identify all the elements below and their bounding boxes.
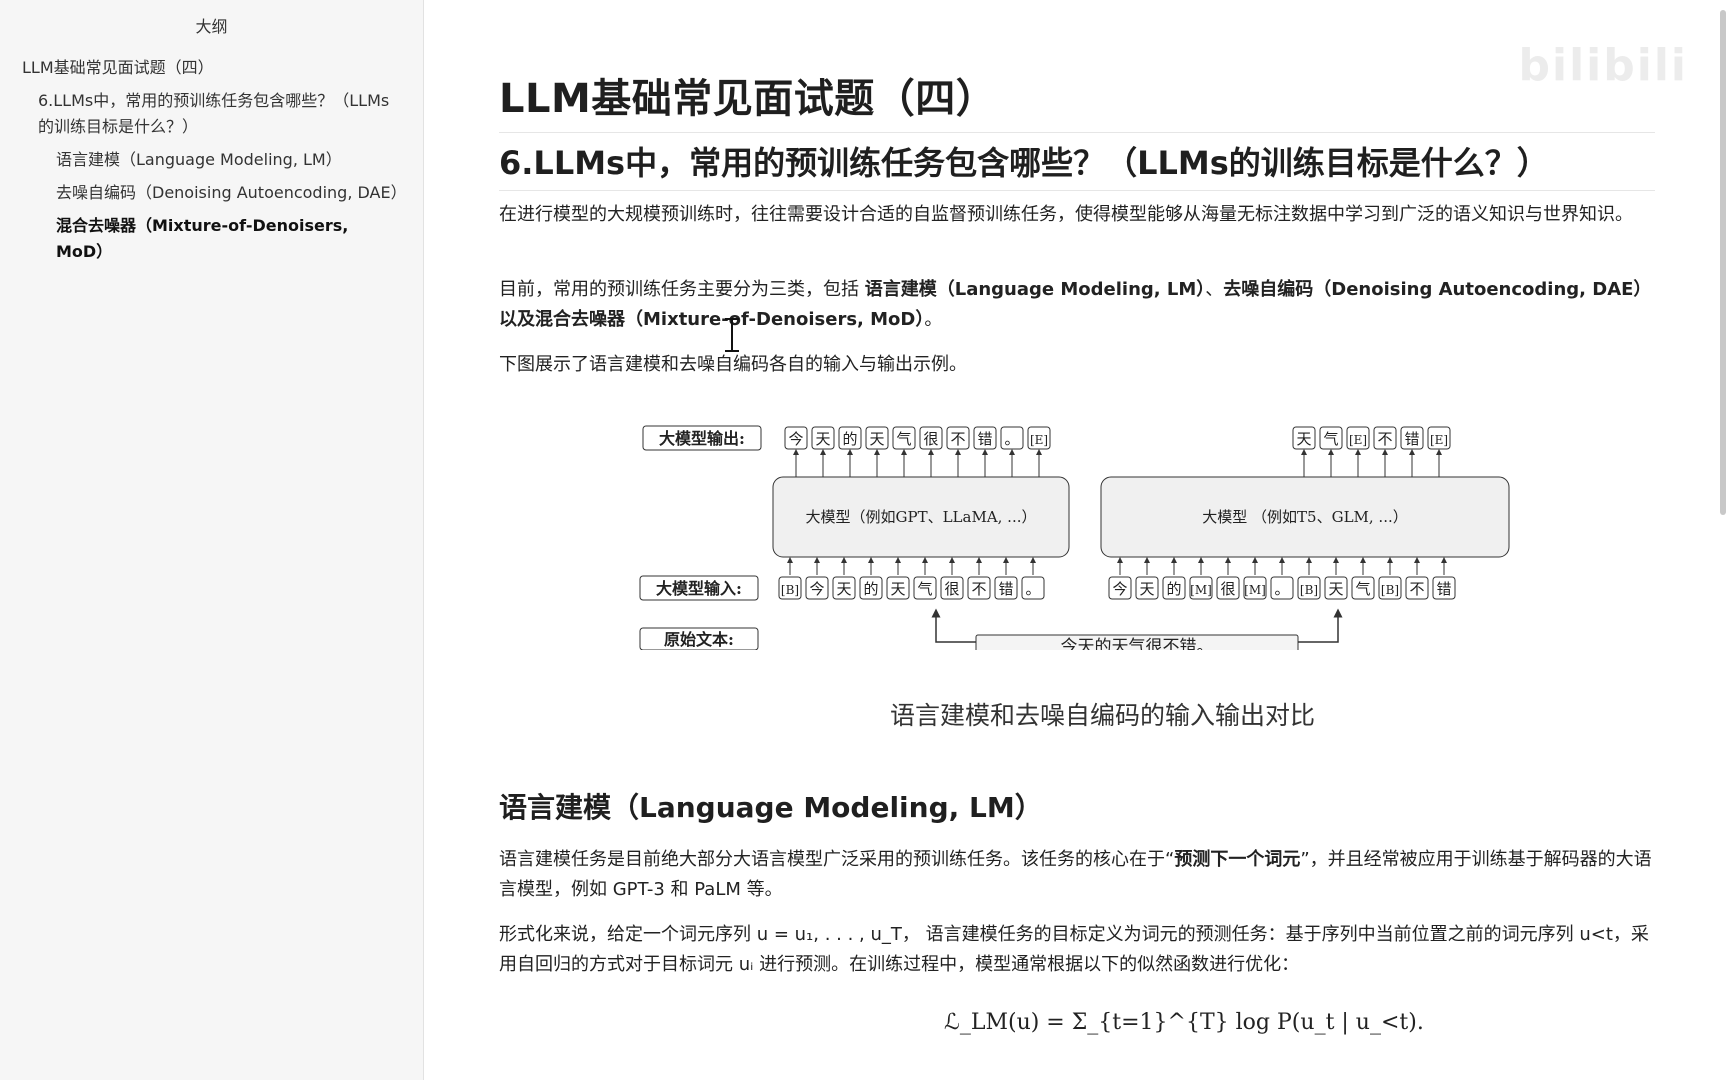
toc-item-title[interactable]: LLM基础常见面试题（四） bbox=[0, 55, 423, 81]
toc-list: LLM基础常见面试题（四） 6.LLMs中，常用的预训练任务包含哪些？（LLMs… bbox=[0, 55, 423, 272]
left-output-token: 错 bbox=[977, 430, 992, 448]
lm-dae-figure: 大模型输出: 大模型输入: 原始文本: 大模型（例如GPT、LLaMA, ...… bbox=[639, 425, 1510, 650]
paragraph-lm-desc: 语言建模任务是目前绝大部分大语言模型广泛采用的预训练任务。该任务的核心在于“预测… bbox=[499, 845, 1655, 905]
bold-next-token: 预测下一个词元 bbox=[1174, 849, 1301, 870]
figure-caption: 语言建模和去噪自编码的输入输出对比 bbox=[890, 701, 1316, 730]
left-input-token: 今 bbox=[809, 580, 824, 598]
right-input-token: 不 bbox=[1409, 580, 1424, 598]
bold-and: 以及 bbox=[499, 309, 535, 330]
toc-item-pretrain-tasks[interactable]: 6.LLMs中，常用的预训练任务包含哪些？（LLMs的训练目标是什么？） bbox=[0, 88, 423, 140]
right-input-token: 的 bbox=[1166, 580, 1181, 598]
right-model-label: 大模型 （例如T5、GLM, ...） bbox=[1202, 508, 1407, 526]
left-input-token: 。 bbox=[1025, 580, 1040, 598]
likelihood-formula: ℒ_LM(u) = Σ_{t=1}^{T} log P(u_t | u_<t). bbox=[944, 1010, 1424, 1035]
right-input-token: 气 bbox=[1355, 580, 1370, 598]
left-output-token: 。 bbox=[1004, 430, 1019, 448]
watermark-logo: bilibili bbox=[1518, 40, 1688, 91]
left-output-token: 今 bbox=[788, 430, 803, 448]
right-output-token: 天 bbox=[1296, 430, 1311, 448]
raw-text: 今天的天气很不错。 bbox=[1061, 637, 1214, 650]
paragraph-formalization: 形式化来说，给定一个词元序列 u = u₁, . . . , u_T， 语言建模… bbox=[499, 924, 1649, 975]
left-output-token: [E] bbox=[1030, 433, 1048, 447]
right-output-token: 错 bbox=[1404, 430, 1419, 448]
bold-dae: 去噪自编码（Denoising Autoencoding, DAE） bbox=[1223, 279, 1652, 300]
bold-lm: 语言建模（Language Modeling, LM） bbox=[864, 279, 1206, 300]
left-input-token: 气 bbox=[917, 580, 932, 598]
text-cursor-icon bbox=[725, 318, 739, 352]
right-input-token: 很 bbox=[1220, 580, 1235, 598]
left-model-label: 大模型（例如GPT、LLaMA, ...） bbox=[806, 508, 1037, 526]
left-output-token: 气 bbox=[896, 430, 911, 448]
right-input-token: 。 bbox=[1274, 580, 1289, 598]
paragraph-text: 。 bbox=[924, 309, 943, 330]
right-output-token: 不 bbox=[1377, 430, 1392, 448]
left-output-token: 天 bbox=[815, 430, 830, 448]
right-output-token: [E] bbox=[1349, 433, 1367, 447]
toc-item-denoising-autoencoding[interactable]: 去噪自编码（Denoising Autoencoding, DAE） bbox=[0, 180, 423, 206]
right-input-token: [B] bbox=[1381, 583, 1399, 597]
right-input-token: 天 bbox=[1139, 580, 1154, 598]
toc-item-mixture-of-denoisers[interactable]: 混合去噪器（Mixture-of-Denoisers, MoD） bbox=[0, 213, 423, 265]
left-input-token: [B] bbox=[781, 583, 799, 597]
left-output-token: 的 bbox=[842, 430, 857, 448]
paragraph-text: 、 bbox=[1205, 279, 1224, 300]
left-output-token: 不 bbox=[950, 430, 965, 448]
left-input-token: 很 bbox=[944, 580, 959, 598]
outline-title: 大纲 bbox=[195, 17, 228, 36]
right-input-token: [M] bbox=[1244, 583, 1266, 597]
right-input-token: 天 bbox=[1328, 580, 1343, 598]
left-input-token: 天 bbox=[890, 580, 905, 598]
scrollbar[interactable] bbox=[1720, 10, 1726, 515]
right-input-token: [M] bbox=[1190, 583, 1212, 597]
right-output-token: [E] bbox=[1430, 433, 1448, 447]
paragraph-categories: 目前，常用的预训练任务主要分为三类，包括 语言建模（Language Model… bbox=[499, 275, 1655, 335]
right-input-token: 错 bbox=[1436, 580, 1451, 598]
toc-item-language-modeling[interactable]: 语言建模（Language Modeling, LM） bbox=[0, 147, 423, 173]
label-raw: 原始文本: bbox=[664, 630, 734, 649]
page-title: LLM基础常见面试题（四） bbox=[499, 66, 1655, 133]
right-input-token: [B] bbox=[1300, 583, 1318, 597]
paragraph-intro: 在进行模型的大规模预训练时，往往需要设计合适的自监督预训练任务，使得模型能够从海… bbox=[499, 204, 1633, 225]
section-title: 6.LLMs中，常用的预训练任务包含哪些？（LLMs的训练目标是什么？） bbox=[499, 138, 1655, 191]
paragraph-text: 语言建模任务是目前绝大部分大语言模型广泛采用的预训练任务。该任务的核心在于“ bbox=[499, 849, 1175, 870]
left-output-token: 很 bbox=[923, 430, 938, 448]
left-input-token: 不 bbox=[971, 580, 986, 598]
paragraph-text: 目前，常用的预训练任务主要分为三类，包括 bbox=[499, 279, 865, 300]
left-input-token: 错 bbox=[998, 580, 1013, 598]
right-input-token: 今 bbox=[1112, 580, 1127, 598]
outline-sidebar: 大纲 LLM基础常见面试题（四） 6.LLMs中，常用的预训练任务包含哪些？（L… bbox=[0, 0, 424, 1080]
label-input: 大模型输入: bbox=[656, 579, 742, 598]
left-input-token: 的 bbox=[863, 580, 878, 598]
label-output: 大模型输出: bbox=[659, 429, 745, 448]
left-output-token: 天 bbox=[869, 430, 884, 448]
left-input-token: 天 bbox=[836, 580, 851, 598]
arrow-left bbox=[931, 608, 976, 643]
right-output-token: 气 bbox=[1323, 430, 1338, 448]
paragraph-figure-intro: 下图展示了语言建模和去噪自编码各自的输入与输出示例。 bbox=[499, 354, 967, 375]
arrow-right bbox=[1298, 608, 1343, 643]
subsection-title: 语言建模（Language Modeling, LM） bbox=[499, 791, 1043, 824]
